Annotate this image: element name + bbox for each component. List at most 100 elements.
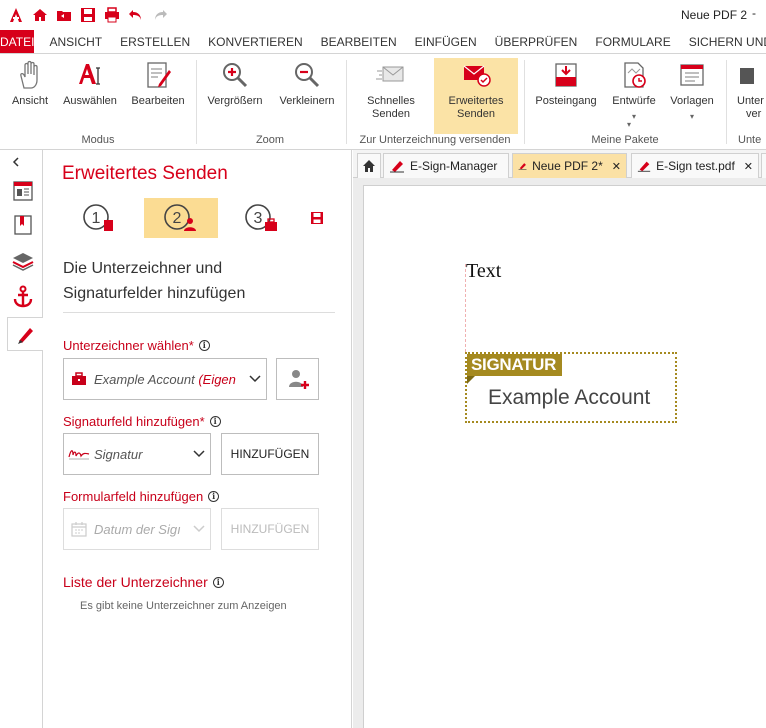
tab-einfuegen[interactable]: EINFÜGEN <box>406 30 486 53</box>
app-logo-icon[interactable] <box>7 6 25 24</box>
doc-tab-overflow[interactable] <box>761 153 766 178</box>
bookmarks-panel-icon[interactable] <box>8 210 38 240</box>
panel-heading-line-1: Die Unterzeichner und <box>63 260 223 277</box>
erweitertes-senden-button[interactable]: Erweitertes Senden <box>434 58 518 134</box>
auswaehlen-button[interactable]: Auswählen <box>58 58 122 134</box>
step-3[interactable]: 3 <box>225 198 299 238</box>
ribbon-separator <box>346 60 347 144</box>
step-2-number: 2 <box>173 210 182 227</box>
add-signer-button[interactable] <box>276 358 319 400</box>
save-step-icon[interactable] <box>295 198 339 238</box>
auswaehlen-label: Auswählen <box>63 95 117 107</box>
verkleinern-button[interactable]: Verkleinern <box>273 58 341 134</box>
signature-field[interactable]: SIGNATUR Example Account <box>465 352 677 423</box>
sigfield-info-icon[interactable]: i <box>209 416 221 427</box>
collapse-chevron-icon[interactable] <box>6 152 26 172</box>
tab-ueberpruefen[interactable]: ÜBERPRÜFEN <box>486 30 587 53</box>
redo-icon[interactable] <box>151 6 169 24</box>
doc-tab-esign-test[interactable]: E-Sign test.pdf ✕ <box>631 153 759 178</box>
formfield-label: Formularfeld hinzufügen i <box>63 489 220 504</box>
signer-select[interactable]: Example Account (Eigen <box>63 358 267 400</box>
close-icon[interactable]: ✕ <box>612 160 621 173</box>
bearbeiten-button[interactable]: Bearbeiten <box>126 58 190 134</box>
sigfield-select-value: Signatur <box>94 446 143 462</box>
group-label-zoom: Zoom <box>255 134 285 146</box>
pdf-page[interactable]: Text SIGNATUR Example Account <box>363 185 766 728</box>
pages-panel-icon[interactable] <box>8 176 38 206</box>
entwuerfe-dropdown-icon[interactable]: ▾ <box>632 110 636 123</box>
formfield-select[interactable]: Datum der Sigı <box>63 508 211 550</box>
schnelles-senden-label-1: Schnelles <box>367 95 415 107</box>
formfield-info-icon[interactable]: i <box>208 491 220 502</box>
signature-panel-icon[interactable] <box>7 317 43 351</box>
doc-tab-label: Neue PDF 2* <box>532 159 603 173</box>
erweitertes-senden-label-2: Senden <box>457 108 495 120</box>
group-label-meine-pakete: Meine Pakete <box>591 134 659 146</box>
signer-info-icon[interactable]: i <box>198 340 210 351</box>
schnelles-senden-label-2: Senden <box>372 108 410 120</box>
drafts-icon <box>617 58 651 92</box>
schnelles-senden-button[interactable]: Schnelles Senden <box>356 58 426 134</box>
minimize-button[interactable]: - <box>752 6 756 20</box>
signer-list-info-icon[interactable]: i <box>212 576 224 588</box>
step-2-signer-icon: 2 <box>164 204 196 231</box>
step-2[interactable]: 2 <box>144 198 218 238</box>
ribbon-separator <box>726 60 727 144</box>
ansicht-button[interactable]: Ansicht <box>4 58 56 134</box>
vergroessern-button[interactable]: Vergrößern <box>203 58 267 134</box>
add-signer-icon <box>288 370 309 389</box>
add-formfield-button[interactable]: HINZUFÜGEN <box>221 508 319 550</box>
save-icon[interactable] <box>79 6 97 24</box>
signature-tag: SIGNATUR <box>467 354 563 384</box>
tab-formulare[interactable]: FORMULARE <box>586 30 679 53</box>
unter-button[interactable]: Unter ver <box>732 58 766 134</box>
posteingang-button[interactable]: Posteingang <box>530 58 602 134</box>
vergroessern-label: Vergrößern <box>207 95 263 107</box>
tab-erstellen[interactable]: ERSTELLEN <box>111 30 199 53</box>
templates-icon <box>675 58 709 92</box>
layers-panel-icon[interactable] <box>8 246 38 276</box>
step-1[interactable]: 1 <box>63 198 137 238</box>
esign-pen-icon <box>390 161 404 173</box>
tab-konvertieren[interactable]: KONVERTIEREN <box>199 30 311 53</box>
signer-select-suffix: (Eigen <box>198 371 236 387</box>
left-sidebar-strip <box>0 150 43 728</box>
home-icon[interactable] <box>31 6 49 24</box>
print-icon[interactable] <box>103 6 121 24</box>
edit-document-icon <box>141 58 175 92</box>
close-icon[interactable]: ✕ <box>744 160 753 173</box>
esign-pen-icon <box>637 161 651 172</box>
unter-label-1: Unter <box>737 95 764 107</box>
advanced-send-panel: Erweitertes Senden 1 2 3 Die Unterzeichn… <box>43 150 352 728</box>
tab-ansicht[interactable]: ANSICHT <box>34 30 111 53</box>
doc-tab-esign-manager[interactable]: E-Sign-Manager <box>383 153 509 178</box>
entwuerfe-label: Entwürfe <box>612 95 656 107</box>
vorlagen-dropdown-icon[interactable]: ▾ <box>690 110 694 123</box>
entwuerfe-button[interactable]: Entwürfe ▾ <box>604 58 664 134</box>
tab-bearbeiten[interactable]: BEARBEITEN <box>312 30 406 53</box>
anchor-icon[interactable] <box>8 282 38 312</box>
sigfield-label-text: Signaturfeld hinzufügen <box>63 414 200 429</box>
doc-tab-neue-pdf[interactable]: Neue PDF 2* ✕ <box>512 153 627 178</box>
document-text[interactable]: Text <box>466 260 501 283</box>
ribbon-separator <box>524 60 525 144</box>
open-folder-icon[interactable] <box>55 6 73 24</box>
undo-icon[interactable] <box>127 6 145 24</box>
vorlagen-button[interactable]: Vorlagen ▾ <box>664 58 720 134</box>
quick-access-toolbar <box>0 6 169 24</box>
formfield-label-text: Formularfeld hinzufügen <box>63 489 204 504</box>
quick-send-icon <box>374 58 408 92</box>
panel-heading: Die Unterzeichner und Signaturfelder hin… <box>63 256 333 306</box>
posteingang-label: Posteingang <box>535 95 597 107</box>
verkleinern-label: Verkleinern <box>279 95 335 107</box>
pakete-dropdown-icon[interactable]: ▾ <box>627 120 631 129</box>
add-sigfield-button[interactable]: HINZUFÜGEN <box>221 433 319 475</box>
tab-sichern[interactable]: SICHERN UND UNT <box>680 30 766 53</box>
sigfield-select[interactable]: Signatur <box>63 433 211 475</box>
tab-datei[interactable]: DATEI <box>0 30 35 53</box>
bearbeiten-label: Bearbeiten <box>131 95 185 107</box>
signer-required-mark: * <box>188 338 194 353</box>
zoom-in-icon <box>218 58 252 92</box>
briefcase-icon <box>64 372 94 386</box>
home-tab[interactable] <box>357 153 381 178</box>
